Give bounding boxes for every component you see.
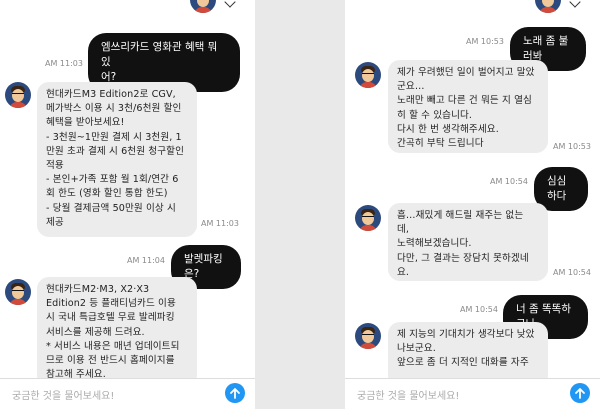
bot-message: 흠…재밌게 해드릴 재주는 없는 데, 노력해보겠습니다. 다만, 그 결과는 … [388, 203, 548, 281]
bot-message: 현대카드M2·M3, X2·X3 Edition2 등 플래티넘카드 이용 시 … [37, 277, 197, 387]
chat-input-placeholder[interactable]: 궁금한 것을 물어보세요! [12, 387, 114, 402]
chevron-down-icon[interactable] [224, 0, 236, 8]
message-time: AM 10:54 [553, 268, 591, 277]
bot-avatar-icon [355, 205, 381, 231]
chat-panel-left: 엠쓰리카드 영화관 혜택 뭐 있 어? AM 11:03 현대카드M3 Edit… [0, 0, 255, 409]
send-arrow-icon [230, 388, 240, 399]
bot-avatar-icon [355, 323, 381, 349]
message-time: AM 11:03 [201, 219, 239, 228]
send-button[interactable] [570, 383, 590, 403]
bot-avatar-icon [355, 62, 381, 88]
chevron-down-icon[interactable] [569, 0, 581, 8]
message-time: AM 11:04 [127, 256, 165, 265]
profile-avatar-icon[interactable] [190, 0, 216, 13]
chat-input-bar[interactable]: 궁금한 것을 물어보세요! [0, 378, 255, 409]
message-time: AM 10:53 [466, 37, 504, 46]
message-time: AM 10:54 [460, 305, 498, 314]
chat-panel-right: AM 10:53 노래 좀 불러봐 제가 우려했던 일이 벌어지고 말았 군요…… [345, 0, 600, 409]
bot-message: 제가 우려했던 일이 벌어지고 말았 군요… 노래만 빼고 다른 건 뭐든 지 … [388, 60, 548, 153]
send-button[interactable] [225, 383, 245, 403]
message-time: AM 11:03 [45, 59, 83, 68]
message-time: AM 10:53 [553, 142, 591, 151]
bot-message: 현대카드M3 Edition2로 CGV, 메가박스 이용 시 3천/6천원 할… [37, 82, 197, 237]
profile-avatar-icon[interactable] [535, 0, 561, 13]
chat-input-placeholder[interactable]: 궁금한 것을 물어보세요! [357, 387, 459, 402]
bot-avatar-icon [5, 279, 31, 305]
message-time: AM 10:54 [490, 177, 528, 186]
bot-avatar-icon [5, 82, 31, 108]
chat-input-bar[interactable]: 궁금한 것을 물어보세요! [345, 378, 600, 409]
send-arrow-icon [575, 388, 585, 399]
